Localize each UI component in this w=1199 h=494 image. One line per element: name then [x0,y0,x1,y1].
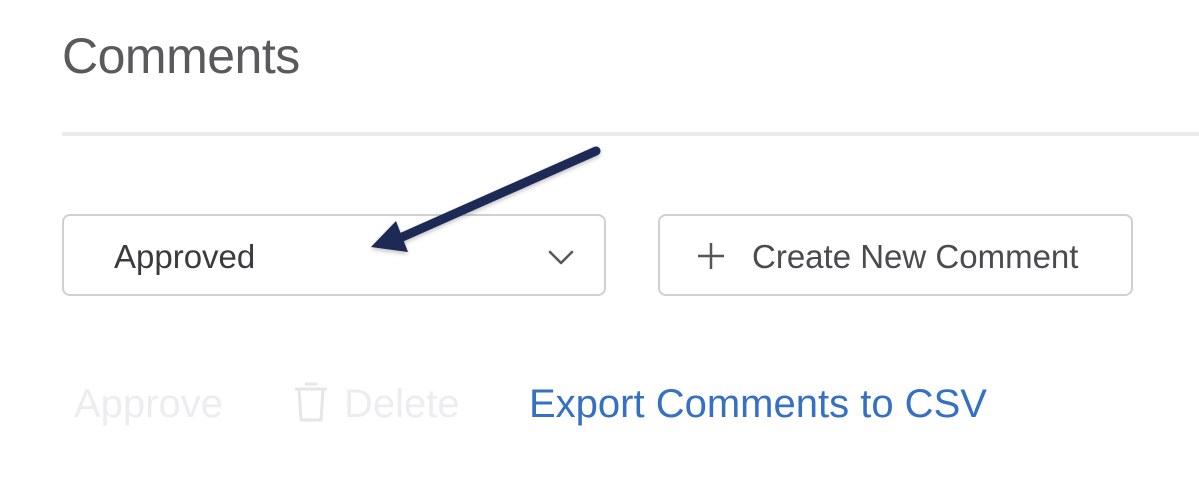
export-csv-link[interactable]: Export Comments to CSV [529,380,987,428]
page-title: Comments [62,28,300,84]
trash-icon [295,382,327,422]
delete-button[interactable]: Delete [292,380,460,428]
create-new-comment-button[interactable]: Create New Comment [658,214,1133,296]
divider [62,132,1199,136]
status-filter-select[interactable]: Approved [62,214,606,296]
create-new-comment-label: Create New Comment [752,238,1079,275]
plus-icon [698,243,724,269]
delete-label: Delete [344,382,460,426]
approve-button[interactable]: Approve [74,380,223,428]
status-filter-value: Approved [114,238,256,275]
chevron-down-icon [548,250,574,265]
comments-page: Comments Approved Create New Comment App… [0,0,1199,494]
